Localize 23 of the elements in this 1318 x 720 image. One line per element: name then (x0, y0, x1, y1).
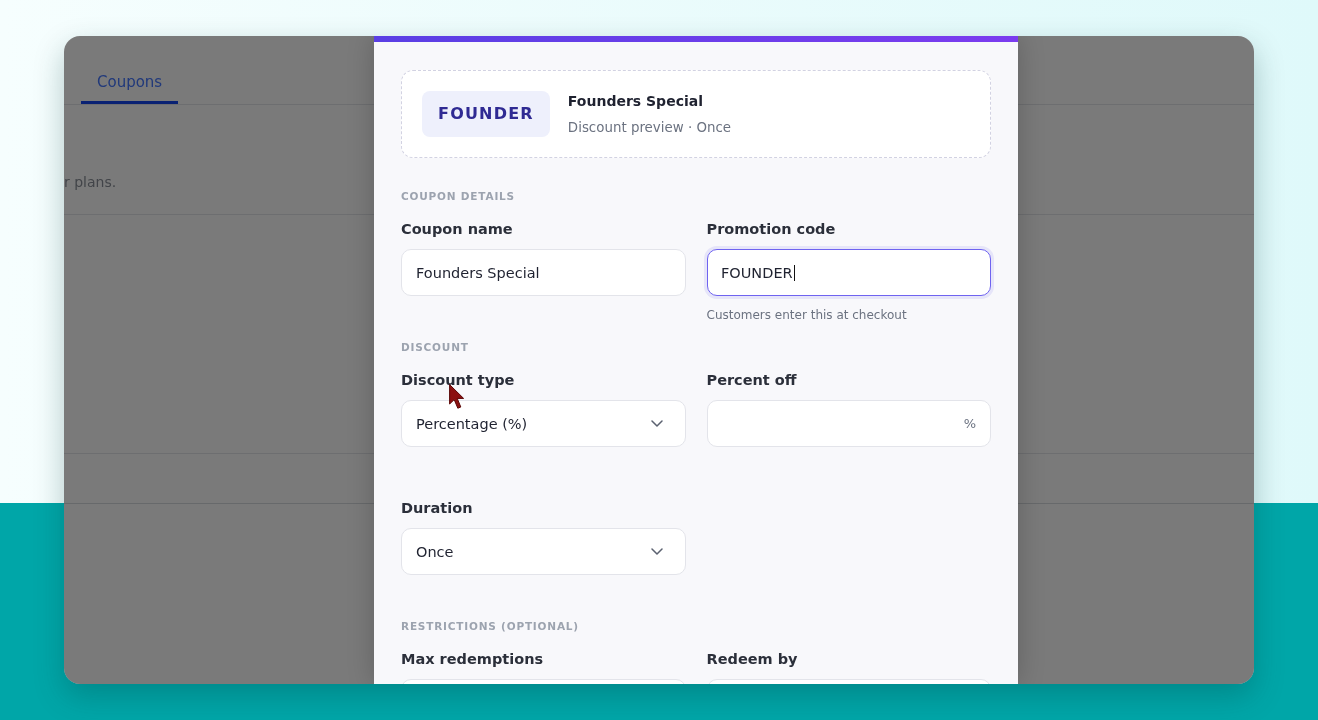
text-field[interactable]: % (706, 400, 991, 447)
coupon-subtitle: Discount preview · Once (567, 118, 732, 137)
field-label: Max redemptions (401, 650, 544, 669)
helper-text: Customers enter this at checkout (706, 307, 907, 323)
unit-suffix: % (963, 416, 976, 431)
section-heading: RESTRICTIONS (OPTIONAL) (401, 619, 579, 633)
field-label: Percent off (706, 371, 797, 390)
select-dropdown[interactable]: Percentage (%) (401, 400, 686, 447)
section-heading: COUPON DETAILS (401, 189, 515, 203)
chevron-down-icon (650, 420, 663, 427)
coupon-title: Founders Special (567, 91, 703, 110)
mouse-pointer-icon (449, 384, 465, 409)
field-label: Redeem by (706, 650, 798, 669)
text-field[interactable]: FOUNDER (706, 249, 991, 296)
select-dropdown[interactable]: Once (401, 528, 686, 575)
section-heading: DISCOUNT (401, 340, 469, 354)
field-label: Duration (401, 499, 473, 518)
field-label: Discount type (401, 371, 515, 390)
field-label: Coupon name (401, 220, 513, 239)
text-field[interactable]: Founders Special (401, 249, 686, 296)
coupon-code-badge: FOUNDER (422, 91, 550, 137)
field-label: Promotion code (706, 220, 836, 239)
chevron-down-icon (650, 548, 663, 555)
